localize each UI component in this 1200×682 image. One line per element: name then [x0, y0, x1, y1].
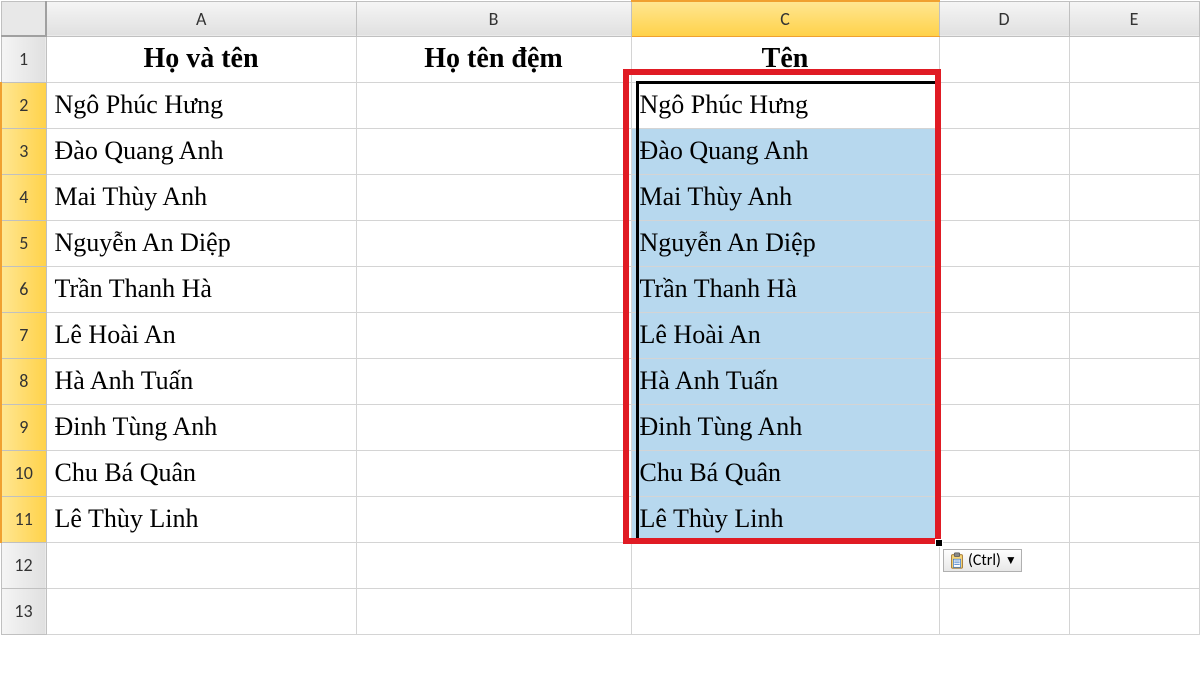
cell-A3[interactable]: Đào Quang Anh	[46, 128, 356, 174]
cell-D13[interactable]	[939, 588, 1069, 634]
cell-C2[interactable]: Ngô Phúc Hưng	[631, 82, 939, 128]
cell-E8[interactable]	[1069, 358, 1199, 404]
row-header-10[interactable]: 10	[1, 450, 46, 496]
cell-A7[interactable]: Lê Hoài An	[46, 312, 356, 358]
cell-E9[interactable]	[1069, 404, 1199, 450]
cell-C6[interactable]: Trần Thanh Hà	[631, 266, 939, 312]
cell-C1[interactable]: Tên	[631, 36, 939, 82]
clipboard-icon	[948, 552, 966, 570]
cell-E3[interactable]	[1069, 128, 1199, 174]
cell-C13[interactable]	[631, 588, 939, 634]
select-all-corner[interactable]	[1, 1, 46, 36]
cell-B3[interactable]	[356, 128, 631, 174]
row-header-11[interactable]: 11	[1, 496, 46, 542]
cell-B9[interactable]	[356, 404, 631, 450]
cell-D9[interactable]	[939, 404, 1069, 450]
cell-A2[interactable]: Ngô Phúc Hưng	[46, 82, 356, 128]
cell-E11[interactable]	[1069, 496, 1199, 542]
row-header-5[interactable]: 5	[1, 220, 46, 266]
row-header-12[interactable]: 12	[1, 542, 46, 588]
cell-E4[interactable]	[1069, 174, 1199, 220]
cell-B12[interactable]	[356, 542, 631, 588]
cell-A9[interactable]: Đinh Tùng Anh	[46, 404, 356, 450]
paste-options-smarttag[interactable]: (Ctrl) ▼	[943, 549, 1022, 572]
fill-handle[interactable]	[935, 539, 943, 547]
row-header-9[interactable]: 9	[1, 404, 46, 450]
cell-A5[interactable]: Nguyễn An Diệp	[46, 220, 356, 266]
cell-C9[interactable]: Đinh Tùng Anh	[631, 404, 939, 450]
cell-C11[interactable]: Lê Thùy Linh	[631, 496, 939, 542]
cell-A4[interactable]: Mai Thùy Anh	[46, 174, 356, 220]
row-header-3[interactable]: 3	[1, 128, 46, 174]
cell-A8[interactable]: Hà Anh Tuấn	[46, 358, 356, 404]
cell-E6[interactable]	[1069, 266, 1199, 312]
cell-A12[interactable]	[46, 542, 356, 588]
cell-D8[interactable]	[939, 358, 1069, 404]
col-header-A[interactable]: A	[46, 1, 356, 36]
cell-E13[interactable]	[1069, 588, 1199, 634]
cell-E12[interactable]	[1069, 542, 1199, 588]
cell-D6[interactable]	[939, 266, 1069, 312]
cell-A6[interactable]: Trần Thanh Hà	[46, 266, 356, 312]
row-header-6[interactable]: 6	[1, 266, 46, 312]
cell-B11[interactable]	[356, 496, 631, 542]
cell-C4[interactable]: Mai Thùy Anh	[631, 174, 939, 220]
cell-D4[interactable]	[939, 174, 1069, 220]
row-header-7[interactable]: 7	[1, 312, 46, 358]
cell-C5[interactable]: Nguyễn An Diệp	[631, 220, 939, 266]
col-header-D[interactable]: D	[939, 1, 1069, 36]
row-header-1[interactable]: 1	[1, 36, 46, 82]
cell-B1[interactable]: Họ tên đệm	[356, 36, 631, 82]
cell-B13[interactable]	[356, 588, 631, 634]
row-header-8[interactable]: 8	[1, 358, 46, 404]
cell-C10[interactable]: Chu Bá Quân	[631, 450, 939, 496]
smarttag-label: (Ctrl)	[968, 551, 1001, 570]
cell-B8[interactable]	[356, 358, 631, 404]
cell-D1[interactable]	[939, 36, 1069, 82]
cell-B6[interactable]	[356, 266, 631, 312]
cell-E5[interactable]	[1069, 220, 1199, 266]
chevron-down-icon: ▼	[1005, 553, 1017, 568]
cell-B4[interactable]	[356, 174, 631, 220]
col-header-E[interactable]: E	[1069, 1, 1199, 36]
row-header-2[interactable]: 2	[1, 82, 46, 128]
cell-C12[interactable]	[631, 542, 939, 588]
grid-table: A B C D E 1 Họ và tên Họ tên đệm Tên 2 N…	[0, 0, 1200, 635]
cell-C8[interactable]: Hà Anh Tuấn	[631, 358, 939, 404]
col-header-C[interactable]: C	[631, 1, 939, 36]
row-header-13[interactable]: 13	[1, 588, 46, 634]
cell-E2[interactable]	[1069, 82, 1199, 128]
cell-D2[interactable]	[939, 82, 1069, 128]
cell-B7[interactable]	[356, 312, 631, 358]
cell-B10[interactable]	[356, 450, 631, 496]
cell-C7[interactable]: Lê Hoài An	[631, 312, 939, 358]
cell-B5[interactable]	[356, 220, 631, 266]
cell-D5[interactable]	[939, 220, 1069, 266]
cell-C3[interactable]: Đào Quang Anh	[631, 128, 939, 174]
cell-D10[interactable]	[939, 450, 1069, 496]
cell-E10[interactable]	[1069, 450, 1199, 496]
cell-A13[interactable]	[46, 588, 356, 634]
cell-B2[interactable]	[356, 82, 631, 128]
spreadsheet: A B C D E 1 Họ và tên Họ tên đệm Tên 2 N…	[0, 0, 1200, 635]
cell-A1[interactable]: Họ và tên	[46, 36, 356, 82]
row-header-4[interactable]: 4	[1, 174, 46, 220]
cell-D7[interactable]	[939, 312, 1069, 358]
cell-A10[interactable]: Chu Bá Quân	[46, 450, 356, 496]
cell-E1[interactable]	[1069, 36, 1199, 82]
cell-D3[interactable]	[939, 128, 1069, 174]
col-header-B[interactable]: B	[356, 1, 631, 36]
cell-E7[interactable]	[1069, 312, 1199, 358]
cell-A11[interactable]: Lê Thùy Linh	[46, 496, 356, 542]
cell-D11[interactable]	[939, 496, 1069, 542]
